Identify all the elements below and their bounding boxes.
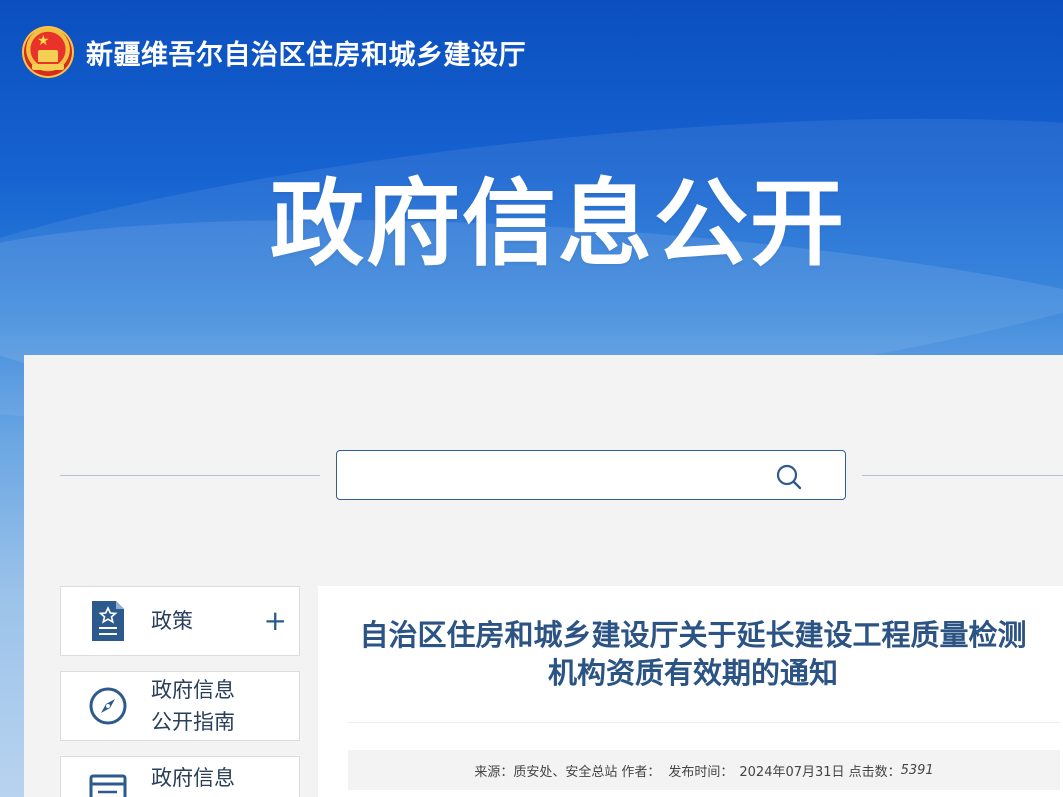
article-title: 自治区住房和城乡建设厅关于延长建设工程质量检测机构资质有效期的通知: [359, 618, 1027, 690]
article-panel: 自治区住房和城乡建设厅关于延长建设工程质量检测机构资质有效期的通知 来源： 质安…: [318, 586, 1063, 797]
sidebar-item-policy[interactable]: 政策 +: [60, 586, 300, 656]
sidebar-item-info[interactable]: 政府信息: [60, 756, 300, 797]
divider: [862, 475, 1063, 476]
compass-icon: [88, 686, 128, 726]
star-icon: ★: [37, 33, 50, 49]
site-header: ★ 新疆维吾尔自治区住房和城乡建设厅: [22, 24, 526, 80]
expand-icon[interactable]: +: [264, 607, 287, 635]
sidebar-item-label: 政府信息 公开指南: [151, 678, 235, 734]
search-box: [336, 450, 846, 500]
national-emblem-icon[interactable]: ★: [22, 26, 74, 78]
page-title: 政府信息公开: [270, 170, 847, 279]
views-value: 5391: [900, 762, 934, 778]
source-value: 质安处、安全总站: [513, 764, 618, 780]
sidebar-item-label: 政策: [151, 609, 193, 633]
divider: [60, 475, 320, 476]
source-label: 来源：: [474, 764, 514, 780]
sidebar-item-label: 政府信息: [151, 766, 235, 790]
sidebar-item-guide[interactable]: 政府信息 公开指南: [60, 671, 300, 741]
article-meta: 来源： 质安处、安全总站 作者： 发布时间： 2024年07月31日 点击数： …: [348, 750, 1060, 790]
author-label: 作者：: [621, 764, 661, 780]
divider: [348, 722, 1060, 723]
search-icon[interactable]: [775, 463, 803, 491]
date-value: 2024年07月31日: [739, 764, 845, 780]
views-label: 点击数：: [848, 764, 901, 780]
search-input[interactable]: [349, 461, 769, 489]
document-star-icon: [88, 601, 128, 641]
date-label: 发布时间：: [668, 764, 734, 780]
list-icon: [88, 770, 128, 797]
site-title[interactable]: 新疆维吾尔自治区住房和城乡建设厅: [86, 33, 526, 72]
